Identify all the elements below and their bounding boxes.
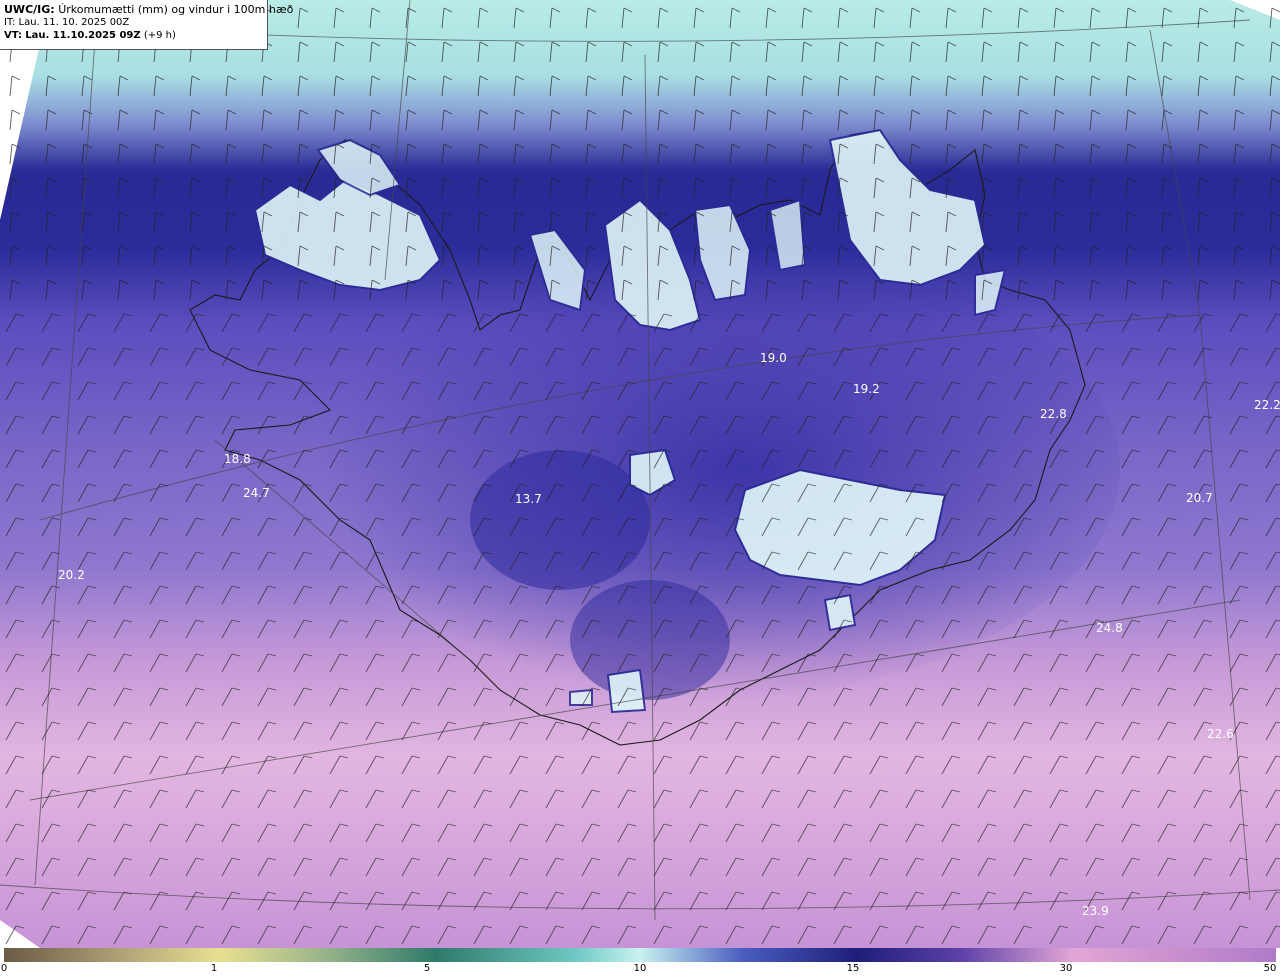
colorbar-tick: 30 xyxy=(1059,963,1073,974)
colorbar-legend: 0 1 5 10 15 30 50 xyxy=(0,948,1280,978)
map-label: 24.8 xyxy=(1096,621,1123,635)
title-line: UWC/IG: Úrkomumætti (mm) og vindur i 100… xyxy=(4,3,293,16)
field-description: Úrkomumætti (mm) og vindur i 100m hæð xyxy=(58,3,294,16)
colorbar-tick: 5 xyxy=(423,963,431,974)
colorbar-gradient xyxy=(4,948,1276,962)
map-label: 19.2 xyxy=(853,382,880,396)
map-label: 20.7 xyxy=(1186,491,1213,505)
init-time: IT: Lau. 11. 10. 2025 00Z xyxy=(4,17,130,28)
colorbar-tick: 0 xyxy=(0,963,8,974)
colorbar-tick: 50 xyxy=(1263,963,1277,974)
map-label: 24.7 xyxy=(243,486,270,500)
map-label: 22.8 xyxy=(1040,407,1067,421)
valid-time-line: VT: Lau. 11.10.2025 09Z (+9 h) xyxy=(4,29,263,42)
colorbar-tick: 10 xyxy=(633,963,647,974)
valid-time: Lau. 11.10.2025 09Z xyxy=(25,30,141,41)
wind-barbs-south xyxy=(0,300,1280,948)
map-label: 20.2 xyxy=(58,568,85,582)
model-name: UWC/IG: xyxy=(4,3,55,16)
valid-time-prefix: VT: xyxy=(4,30,23,41)
colorbar-tick: 15 xyxy=(846,963,860,974)
colorbar-tick: 1 xyxy=(210,963,218,974)
lead-time: (+9 h) xyxy=(143,30,176,41)
map-label: 22.2 xyxy=(1254,398,1280,412)
forecast-map: 19.0 19.2 22.8 22.2 18.8 24.7 13.7 20.2 … xyxy=(0,0,1280,948)
map-label: 18.8 xyxy=(224,452,251,466)
map-label: 13.7 xyxy=(515,492,542,506)
forecast-info-box: UWC/IG: Úrkomumætti (mm) og vindur i 100… xyxy=(0,0,293,50)
map-label: 19.0 xyxy=(760,351,787,365)
map-label: 22.6 xyxy=(1207,727,1234,741)
map-label: 23.9 xyxy=(1082,904,1109,918)
